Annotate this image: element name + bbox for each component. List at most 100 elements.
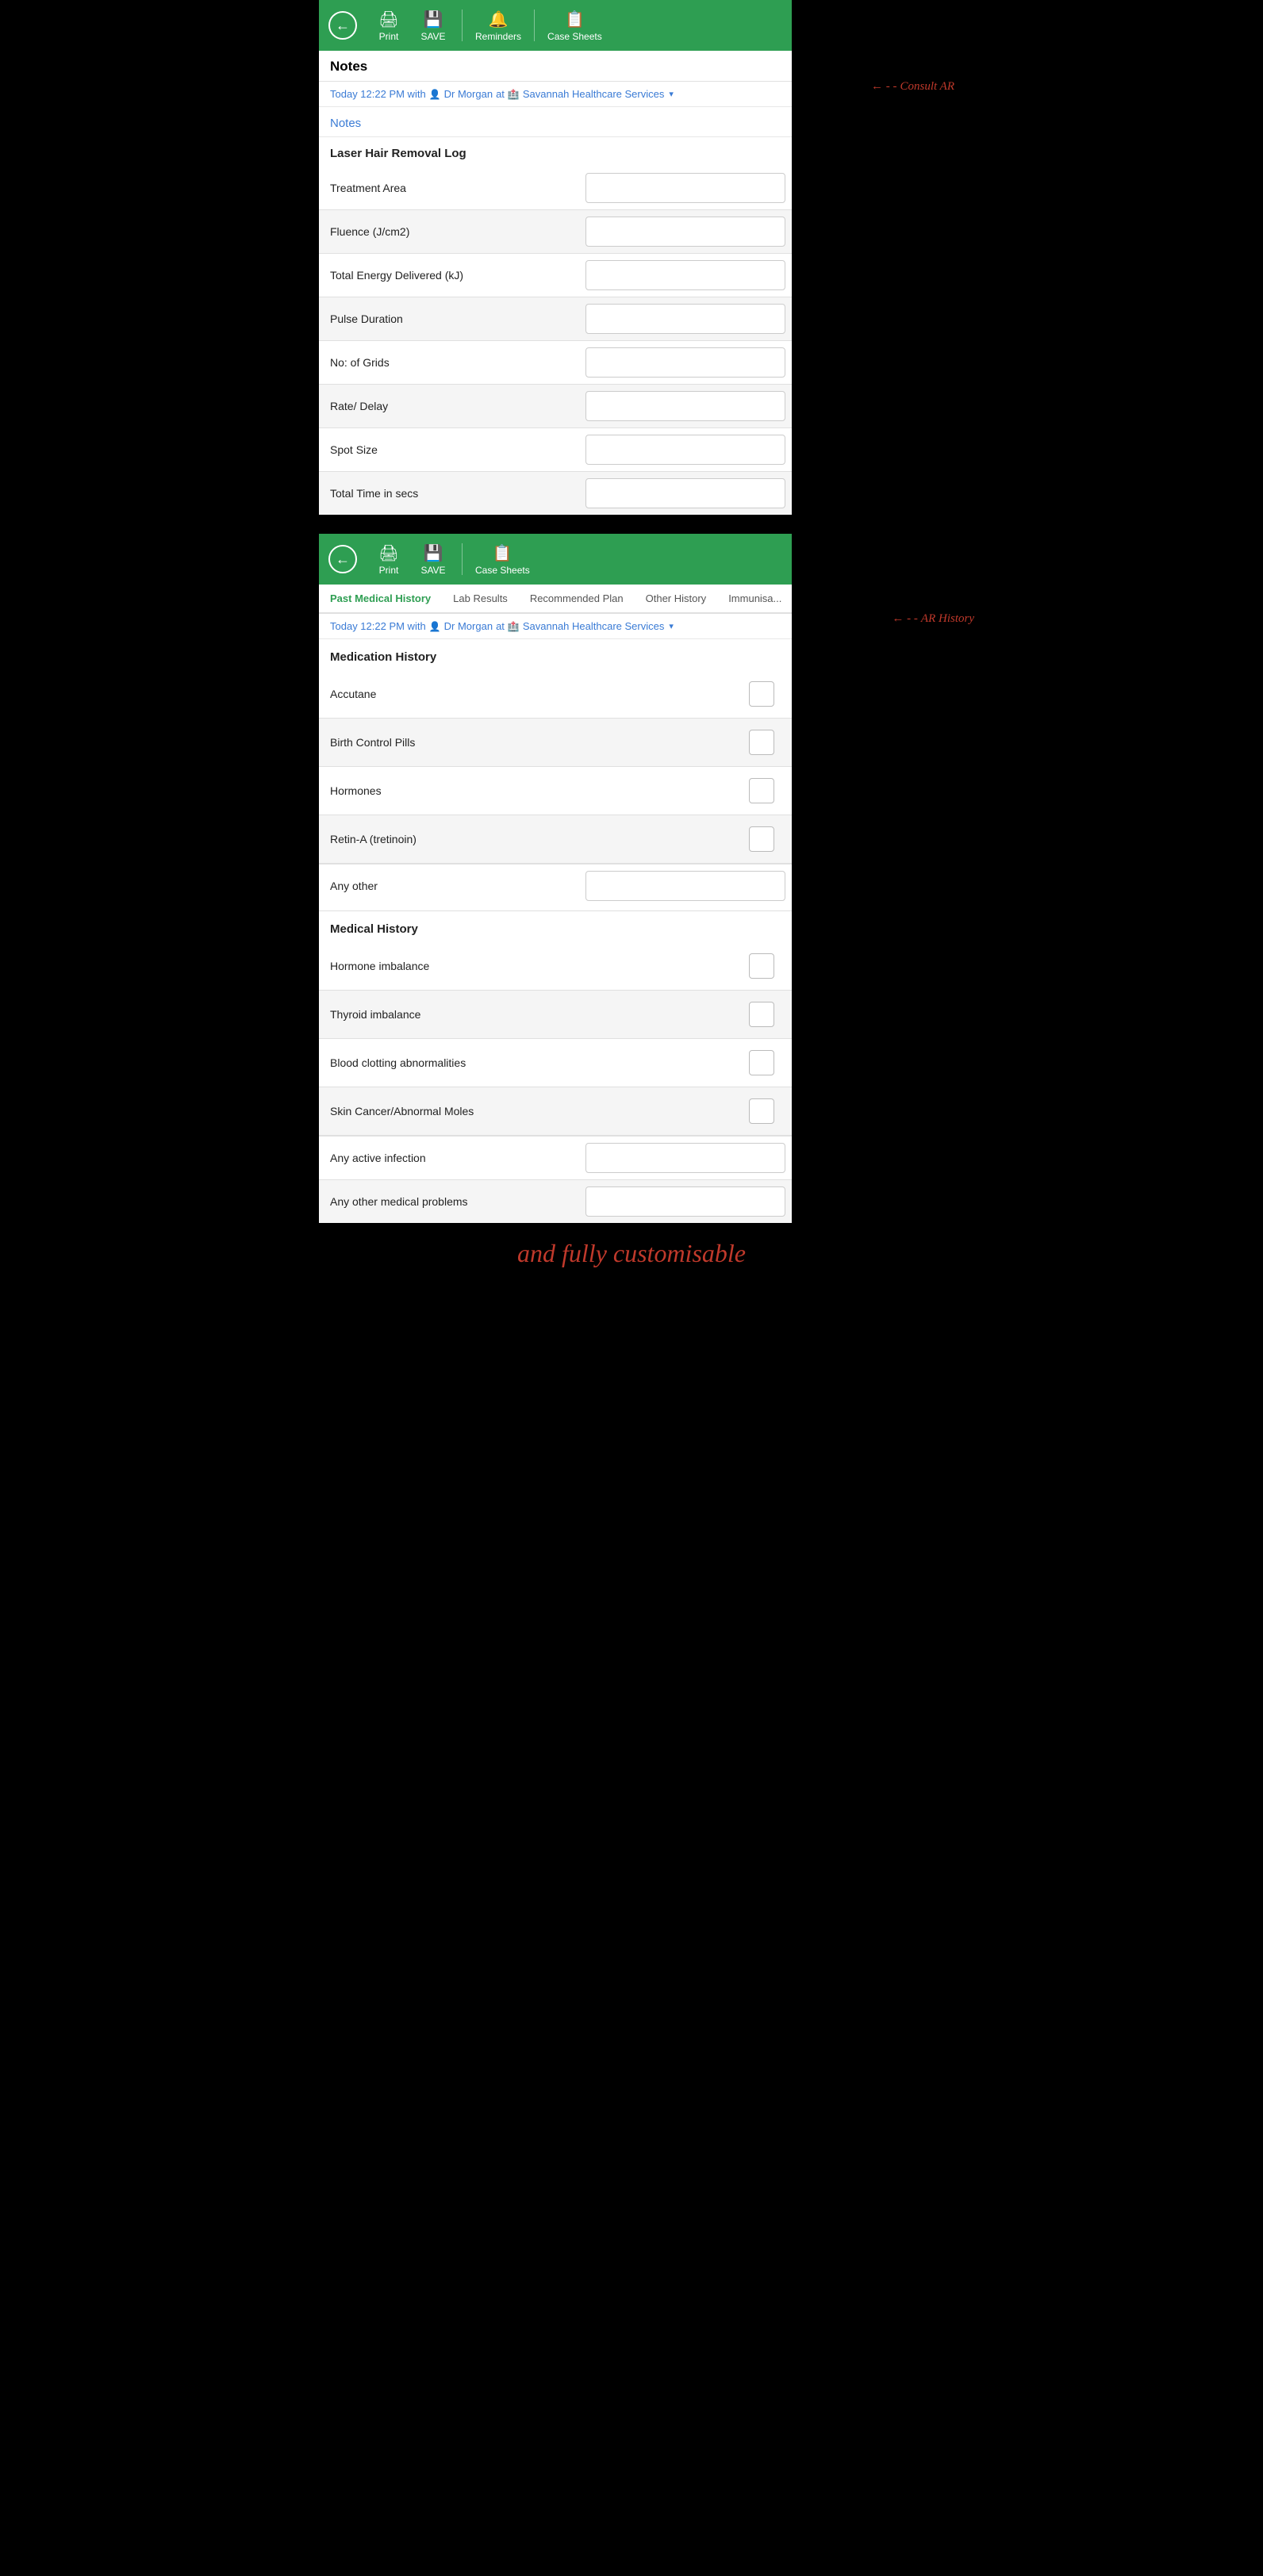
panel-1: ← 🖨 Print 💾 SAVE 🔔 Reminders 📋 Case: [319, 0, 792, 515]
divider-2: [534, 10, 535, 41]
hormones-label: Hormones: [330, 784, 749, 797]
blood-clotting-label: Blood clotting abnormalities: [330, 1056, 749, 1069]
print-label-2: Print: [379, 565, 399, 576]
medication-row-retina: Retin-A (tretinoin): [319, 815, 792, 864]
print-button-2[interactable]: 🖨 Print: [373, 543, 405, 576]
print-icon-2: 🖨: [378, 543, 398, 563]
chevron-down-icon-2: ▾: [669, 621, 674, 631]
retina-checkbox[interactable]: [749, 826, 774, 852]
treatment-area-label: Treatment Area: [319, 167, 579, 209]
rate-input[interactable]: [585, 391, 785, 421]
blood-clotting-checkbox[interactable]: [749, 1050, 774, 1075]
time-label: Total Time in secs: [319, 472, 579, 515]
laser-log-form: Treatment Area Fluence (J/cm2): [319, 167, 792, 515]
spot-label: Spot Size: [319, 428, 579, 471]
building-icon-2: 🏥: [508, 621, 520, 632]
toolbar-2: ← 🖨 Print 💾 SAVE 📋 Case Sheets: [319, 534, 792, 585]
at-text-2: at: [496, 620, 505, 632]
tab-recommended-plan[interactable]: Recommended Plan: [519, 585, 635, 614]
medical-row-blood-clotting: Blood clotting abnormalities: [319, 1039, 792, 1087]
time-input-cell: [579, 472, 792, 515]
hormones-checkbox[interactable]: [749, 778, 774, 803]
tab-immunisa[interactable]: Immunisa...: [717, 585, 792, 614]
save-icon: 💾: [424, 10, 443, 29]
chevron-down-icon-1: ▾: [669, 89, 674, 99]
active-infection-input-cell: [579, 1137, 792, 1179]
form-row-pulse: Pulse Duration: [319, 297, 792, 341]
hormone-imbalance-label: Hormone imbalance: [330, 960, 749, 972]
tab-lab-results[interactable]: Lab Results: [442, 585, 519, 614]
time-input[interactable]: [585, 478, 785, 508]
person-icon-1: 👤: [429, 89, 441, 100]
save-button-1[interactable]: 💾 SAVE: [417, 10, 449, 42]
notes-title-bar: Notes: [319, 51, 792, 82]
form-row-fluence: Fluence (J/cm2): [319, 210, 792, 254]
active-infection-label: Any active infection: [319, 1137, 579, 1179]
arrow-left-2: ← - -: [892, 612, 918, 626]
doctor-name-2: Dr Morgan: [444, 620, 493, 632]
print-icon: 🖨: [378, 10, 398, 29]
doctor-name-1: Dr Morgan: [444, 88, 493, 100]
rate-label: Rate/ Delay: [319, 385, 579, 427]
form-row-time: Total Time in secs: [319, 472, 792, 515]
other-problems-input[interactable]: [585, 1186, 785, 1217]
reminders-button[interactable]: 🔔 Reminders: [475, 10, 521, 42]
back-button-2[interactable]: ←: [328, 545, 357, 573]
pulse-input-cell: [579, 297, 792, 340]
other-problems-input-cell: [579, 1180, 792, 1223]
fluence-label: Fluence (J/cm2): [319, 210, 579, 253]
energy-label: Total Energy Delivered (kJ): [319, 254, 579, 297]
pulse-input[interactable]: [585, 304, 785, 334]
arrow-left-1: ← - -: [871, 80, 897, 94]
skin-cancer-label: Skin Cancer/Abnormal Moles: [330, 1105, 749, 1117]
medical-row-active-infection: Any active infection: [319, 1136, 792, 1180]
save-icon-2: 💾: [424, 543, 443, 563]
any-other-medication-input-cell: [579, 864, 792, 907]
thyroid-imbalance-checkbox[interactable]: [749, 1002, 774, 1027]
spot-input[interactable]: [585, 435, 785, 465]
medical-row-other-problems: Any other medical problems: [319, 1180, 792, 1223]
case-sheets-button-2[interactable]: 📋 Case Sheets: [475, 543, 530, 576]
tab-past-medical-history[interactable]: Past Medical History: [319, 585, 442, 614]
annotation-consult: Consult AR: [900, 80, 954, 94]
date-text: Today 12:22 PM with: [330, 88, 426, 100]
save-button-2[interactable]: 💾 SAVE: [417, 543, 449, 576]
reminders-label: Reminders: [475, 31, 521, 42]
form-row-grids: No: of Grids: [319, 341, 792, 385]
medication-history-header: Medication History: [319, 639, 792, 670]
form-row-spot: Spot Size: [319, 428, 792, 472]
medical-row-hormone: Hormone imbalance: [319, 942, 792, 991]
fluence-input[interactable]: [585, 217, 785, 247]
person-icon-2: 👤: [429, 621, 441, 632]
accutane-checkbox[interactable]: [749, 681, 774, 707]
grids-label: No: of Grids: [319, 341, 579, 384]
grids-input-cell: [579, 341, 792, 384]
print-button-1[interactable]: 🖨 Print: [373, 10, 405, 42]
accutane-label: Accutane: [330, 688, 749, 700]
bcp-checkbox[interactable]: [749, 730, 774, 755]
date-row-1[interactable]: Today 12:22 PM with 👤 Dr Morgan at 🏥 Sav…: [319, 82, 792, 107]
tabs-bar: Past Medical History Lab Results Recomme…: [319, 585, 792, 614]
energy-input[interactable]: [585, 260, 785, 290]
back-button-1[interactable]: ←: [328, 11, 357, 40]
medication-row-any-other: Any other: [319, 864, 792, 907]
location-name-1: Savannah Healthcare Services: [523, 88, 665, 100]
skin-cancer-checkbox[interactable]: [749, 1098, 774, 1124]
any-other-medication-input[interactable]: [585, 871, 785, 901]
divider-1: [462, 10, 463, 41]
annotation-ar-history: AR History: [921, 612, 974, 626]
rate-input-cell: [579, 385, 792, 427]
bottom-annotation: and fully customisable: [316, 1223, 947, 1284]
hormone-imbalance-checkbox[interactable]: [749, 953, 774, 979]
treatment-area-input[interactable]: [585, 173, 785, 203]
medical-history-header: Medical History: [319, 910, 792, 942]
date-row-2[interactable]: Today 12:22 PM with 👤 Dr Morgan at 🏥 Sav…: [319, 614, 792, 639]
active-infection-input[interactable]: [585, 1143, 785, 1173]
medical-history-section: Medical History Hormone imbalance Thyroi…: [319, 910, 792, 1223]
grids-input[interactable]: [585, 347, 785, 378]
pulse-label: Pulse Duration: [319, 297, 579, 340]
tab-other-history[interactable]: Other History: [635, 585, 718, 614]
location-name-2: Savannah Healthcare Services: [523, 620, 665, 632]
thyroid-imbalance-label: Thyroid imbalance: [330, 1008, 749, 1021]
case-sheets-button-1[interactable]: 📋 Case Sheets: [547, 10, 602, 42]
